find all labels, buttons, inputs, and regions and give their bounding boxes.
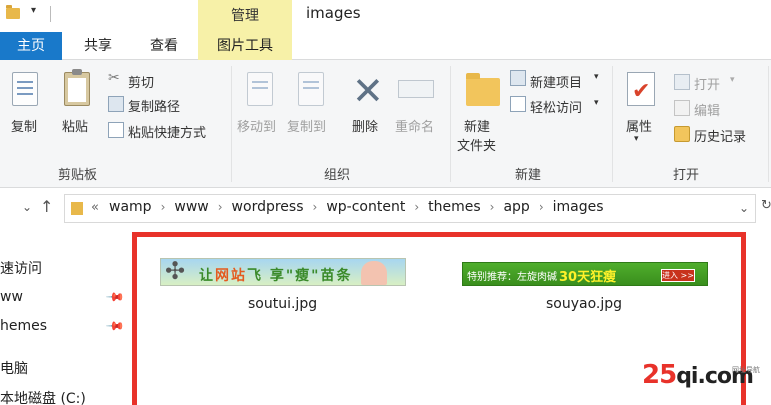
nav-item-local-disk-c[interactable]: 本地磁盘 (C:) [0, 388, 86, 405]
tab-home[interactable]: 主页 [0, 32, 62, 60]
group-label-organize: 组织 [324, 168, 351, 183]
toolbar-divider [50, 6, 51, 22]
breadcrumb-overflow[interactable]: « [91, 200, 99, 215]
ribbon: 复制 粘贴 ✂ 剪切 复制路径 粘贴快捷方式 剪贴板 移动到 复制到 ✕ 删除 … [0, 60, 771, 188]
cut-button[interactable]: 剪切 [128, 72, 154, 91]
quick-access-toolbar-dropdown-icon[interactable]: ▾ [31, 5, 36, 16]
breadcrumb-item[interactable]: app [503, 199, 529, 215]
paste-shortcut-icon [108, 122, 124, 138]
context-tab-group-label: 管理 [198, 0, 292, 32]
group-divider [768, 66, 769, 182]
chevron-right-icon[interactable]: › [414, 200, 419, 214]
edit-icon [674, 100, 690, 116]
properties-button[interactable]: 属性 [626, 116, 652, 135]
folder-icon [71, 202, 83, 215]
breadcrumb-item[interactable]: wp-content [326, 199, 405, 215]
edit-button[interactable]: 编辑 [694, 100, 720, 119]
paste-shortcut-button[interactable]: 粘贴快捷方式 [128, 122, 206, 141]
group-label-open: 打开 [673, 168, 700, 183]
watermark-logo: 25qi.com [642, 360, 754, 390]
copy-icon[interactable] [12, 72, 38, 106]
chevron-right-icon[interactable]: › [218, 200, 223, 214]
copy-path-button[interactable]: 复制路径 [128, 96, 180, 115]
properties-icon[interactable]: ✔ [627, 72, 655, 106]
easy-access-button[interactable]: 轻松访问 [530, 97, 582, 116]
chevron-right-icon[interactable]: › [161, 200, 166, 214]
refresh-icon[interactable]: ↻ [761, 198, 771, 213]
history-button[interactable]: 历史记录 [694, 126, 746, 145]
paste-button[interactable]: 粘贴 [62, 116, 88, 135]
nav-item-themes[interactable]: hemes [0, 318, 47, 334]
group-divider [450, 66, 451, 182]
window-title: images [306, 4, 361, 22]
move-to-button[interactable]: 移动到 [237, 116, 276, 135]
up-arrow-icon[interactable]: ↑ [40, 197, 53, 216]
open-button[interactable]: 打开 [694, 74, 720, 93]
chevron-down-icon[interactable]: ▾ [594, 72, 599, 82]
address-bar: ⌄ ↑ « wamp › www › wordpress › wp-content › them… [0, 188, 771, 228]
chevron-down-icon[interactable]: ⌄ [739, 201, 749, 215]
paste-icon[interactable] [64, 69, 90, 106]
tab-share[interactable]: 共享 [68, 32, 128, 60]
new-folder-button-line1[interactable]: 新建 [464, 116, 490, 135]
nav-item-this-pc[interactable]: 电脑 [0, 358, 28, 378]
breadcrumb-item[interactable]: www [174, 199, 208, 215]
nav-item-www[interactable]: ww [0, 289, 23, 305]
rename-button[interactable]: 重命名 [395, 116, 434, 135]
tab-picture-tools[interactable]: 图片工具 [198, 32, 292, 61]
breadcrumb-item[interactable]: wordpress [232, 199, 304, 215]
folder-icon [6, 5, 20, 19]
watermark-caption: 网址导航 [732, 366, 760, 374]
breadcrumb-item[interactable]: themes [428, 199, 481, 215]
chevron-right-icon[interactable]: › [313, 200, 318, 214]
chevron-down-icon[interactable]: ▾ [730, 75, 735, 85]
copy-to-button[interactable]: 复制到 [287, 116, 326, 135]
new-folder-button-line2[interactable]: 文件夹 [457, 135, 496, 154]
recent-locations-chevron-icon[interactable]: ⌄ [22, 200, 32, 214]
nav-item-quick-access[interactable]: 速访问 [0, 258, 42, 278]
chevron-right-icon[interactable]: › [490, 200, 495, 214]
ribbon-tabs: 主页 共享 查看 图片工具 [0, 32, 771, 61]
copy-to-icon[interactable] [298, 72, 324, 106]
new-folder-icon[interactable] [466, 73, 500, 106]
scissors-icon: ✂ [108, 70, 120, 86]
breadcrumb-item[interactable]: images [553, 199, 604, 215]
rename-icon[interactable] [398, 80, 434, 98]
title-bar: ▾ 管理 images [0, 0, 771, 32]
pin-icon: 📌 [105, 315, 126, 337]
easy-access-icon [510, 96, 526, 112]
pin-icon: 📌 [105, 286, 126, 308]
new-item-icon [510, 70, 526, 86]
chevron-right-icon[interactable]: › [539, 200, 544, 214]
group-divider [231, 66, 232, 182]
group-label-clipboard: 剪贴板 [58, 168, 98, 183]
tab-view[interactable]: 查看 [134, 32, 194, 60]
chevron-down-icon[interactable]: ▾ [594, 98, 599, 108]
group-divider [612, 66, 613, 182]
history-icon [674, 126, 690, 142]
breadcrumb: wamp › www › wordpress › wp-content › themes › app… [109, 199, 604, 215]
chevron-down-icon[interactable]: ▾ [634, 134, 639, 144]
delete-icon[interactable]: ✕ [352, 72, 384, 110]
group-label-new: 新建 [515, 168, 542, 183]
breadcrumb-item[interactable]: wamp [109, 199, 152, 215]
address-field[interactable]: « wamp › www › wordpress › wp-content › themes › a… [64, 194, 756, 223]
navigation-pane: 速访问 ww 📌 hemes 📌 电脑 本地磁盘 (C:) [0, 228, 132, 405]
delete-button[interactable]: 删除 [352, 116, 378, 135]
open-icon [674, 74, 690, 90]
move-to-icon[interactable] [247, 72, 273, 106]
copy-path-icon [108, 96, 124, 112]
copy-button[interactable]: 复制 [11, 116, 37, 135]
new-item-button[interactable]: 新建项目 [530, 72, 582, 91]
